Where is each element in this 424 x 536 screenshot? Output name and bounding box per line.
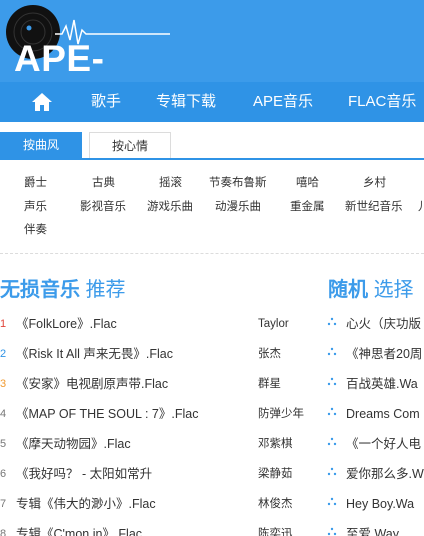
genre-link[interactable]: 嘻哈 xyxy=(296,175,319,191)
genre-link[interactable]: 乡村 xyxy=(363,175,386,191)
genre-link[interactable]: 节奏布鲁斯 xyxy=(209,175,267,191)
artist-link[interactable]: 陈奕迅 xyxy=(258,519,293,536)
list-item: 4 《MAP OF THE SOUL : 7》.Flac 防弹少年 Dreams… xyxy=(0,399,424,429)
rank-number: 7 xyxy=(0,498,7,510)
rank-number: 1 xyxy=(0,318,7,330)
rank-number: 6 xyxy=(0,468,7,480)
artist-link[interactable]: 张杰 xyxy=(258,339,281,369)
genre-link[interactable]: 伴奏 xyxy=(24,222,47,238)
artist-link[interactable]: 群星 xyxy=(258,369,281,399)
rank-number: 8 xyxy=(0,528,7,536)
album-link[interactable]: 《安家》电视剧原声带.Flac xyxy=(16,369,168,399)
genre-link[interactable]: 儿 xyxy=(418,199,424,215)
list-item: 1 《FolkLore》.Flac Taylor 心火（庆功版 xyxy=(0,309,424,339)
dots-icon xyxy=(327,467,337,476)
album-link[interactable]: 《FolkLore》.Flac xyxy=(16,309,117,339)
random-song-link[interactable]: 至爱.Way xyxy=(346,519,399,536)
artist-link[interactable]: 防弹少年 xyxy=(258,399,304,429)
genre-link[interactable]: 古典 xyxy=(92,175,115,191)
nav-item-ape-music[interactable]: APE音乐 xyxy=(253,82,313,122)
list-item: 5 《摩天动物园》.Flac 邓紫棋 《一个好人电 xyxy=(0,429,424,459)
main-nav: 歌手 专辑下载 APE音乐 FLAC音乐 xyxy=(0,82,424,122)
artist-link[interactable]: 邓紫棋 xyxy=(258,429,293,459)
dots-icon xyxy=(327,377,337,386)
title-bold: 随机 xyxy=(328,279,368,301)
random-song-link[interactable]: Hey Boy.Wa xyxy=(346,489,414,519)
random-song-link[interactable]: 百战英雄.Wa xyxy=(346,369,418,399)
album-link[interactable]: 《我好吗？ - 太阳如常升 xyxy=(16,459,152,489)
album-link[interactable]: 《Risk It All 声来无畏》.Flac xyxy=(16,339,173,369)
tab-underline xyxy=(0,158,424,160)
genre-link[interactable]: 影视音乐 xyxy=(80,199,126,215)
dots-icon xyxy=(327,497,337,506)
site-header: APE-FLAC xyxy=(0,0,424,121)
dots-icon xyxy=(327,407,337,416)
genre-link[interactable]: 重金属 xyxy=(290,199,325,215)
music-lists: 1 《FolkLore》.Flac Taylor 心火（庆功版 2 《Risk … xyxy=(0,300,424,536)
title-light: 选择 xyxy=(373,279,414,301)
rank-number: 3 xyxy=(0,378,7,390)
album-link[interactable]: 《MAP OF THE SOUL : 7》.Flac xyxy=(16,399,198,429)
random-song-link[interactable]: 爱你那么多.W xyxy=(346,459,424,489)
section-divider xyxy=(0,253,424,254)
genre-link[interactable]: 声乐 xyxy=(24,199,47,215)
genre-link[interactable]: 新世纪音乐 xyxy=(345,199,403,215)
album-link[interactable]: 专辑《伟大的渺小》.Flac xyxy=(16,489,156,519)
tab-by-mood[interactable]: 按心情 xyxy=(89,132,171,159)
dots-icon xyxy=(327,317,337,326)
rank-number: 5 xyxy=(0,438,7,450)
artist-link[interactable]: Taylor xyxy=(258,309,289,339)
list-item: 8 专辑《C'mon in》.Flac 陈奕迅 至爱.Way xyxy=(0,519,424,536)
random-song-link[interactable]: 心火（庆功版 xyxy=(346,309,421,339)
random-song-link[interactable]: 《神思者20周 xyxy=(346,339,422,369)
genre-link[interactable]: 动漫乐曲 xyxy=(215,199,261,215)
random-song-link[interactable]: Dreams Com xyxy=(346,399,420,429)
dots-icon xyxy=(327,347,337,356)
genre-link[interactable]: 爵士 xyxy=(24,175,47,191)
dots-icon xyxy=(327,437,337,446)
genre-link[interactable]: 游戏乐曲 xyxy=(147,199,193,215)
list-item: 3 《安家》电视剧原声带.Flac 群星 百战英雄.Wa xyxy=(0,369,424,399)
rank-number: 2 xyxy=(0,348,7,360)
nav-item-album-download[interactable]: 专辑下载 xyxy=(156,82,216,122)
home-icon[interactable] xyxy=(31,92,53,112)
title-light: 推荐 xyxy=(85,279,126,301)
nav-item-singers[interactable]: 歌手 xyxy=(91,82,121,122)
album-link[interactable]: 专辑《C'mon in》.Flac xyxy=(16,519,142,536)
artist-link[interactable]: 梁静茹 xyxy=(258,459,293,489)
artist-link[interactable]: 林俊杰 xyxy=(258,489,293,519)
list-item: 2 《Risk It All 声来无畏》.Flac 张杰 《神思者20周 xyxy=(0,339,424,369)
title-bold: 无损音乐 xyxy=(0,279,80,301)
dots-icon xyxy=(327,527,337,536)
list-item: 6 《我好吗？ - 太阳如常升 梁静茹 爱你那么多.W xyxy=(0,459,424,489)
genre-link[interactable]: 摇滚 xyxy=(159,175,182,191)
list-item: 7 专辑《伟大的渺小》.Flac 林俊杰 Hey Boy.Wa xyxy=(0,489,424,519)
random-song-link[interactable]: 《一个好人电 xyxy=(346,429,421,459)
rank-number: 4 xyxy=(0,408,7,420)
nav-item-flac-music[interactable]: FLAC音乐 xyxy=(348,82,416,122)
site-logo[interactable]: APE-FLAC xyxy=(0,0,190,121)
tab-by-genre[interactable]: 按曲风 xyxy=(0,132,82,159)
album-link[interactable]: 《摩天动物园》.Flac xyxy=(16,429,131,459)
